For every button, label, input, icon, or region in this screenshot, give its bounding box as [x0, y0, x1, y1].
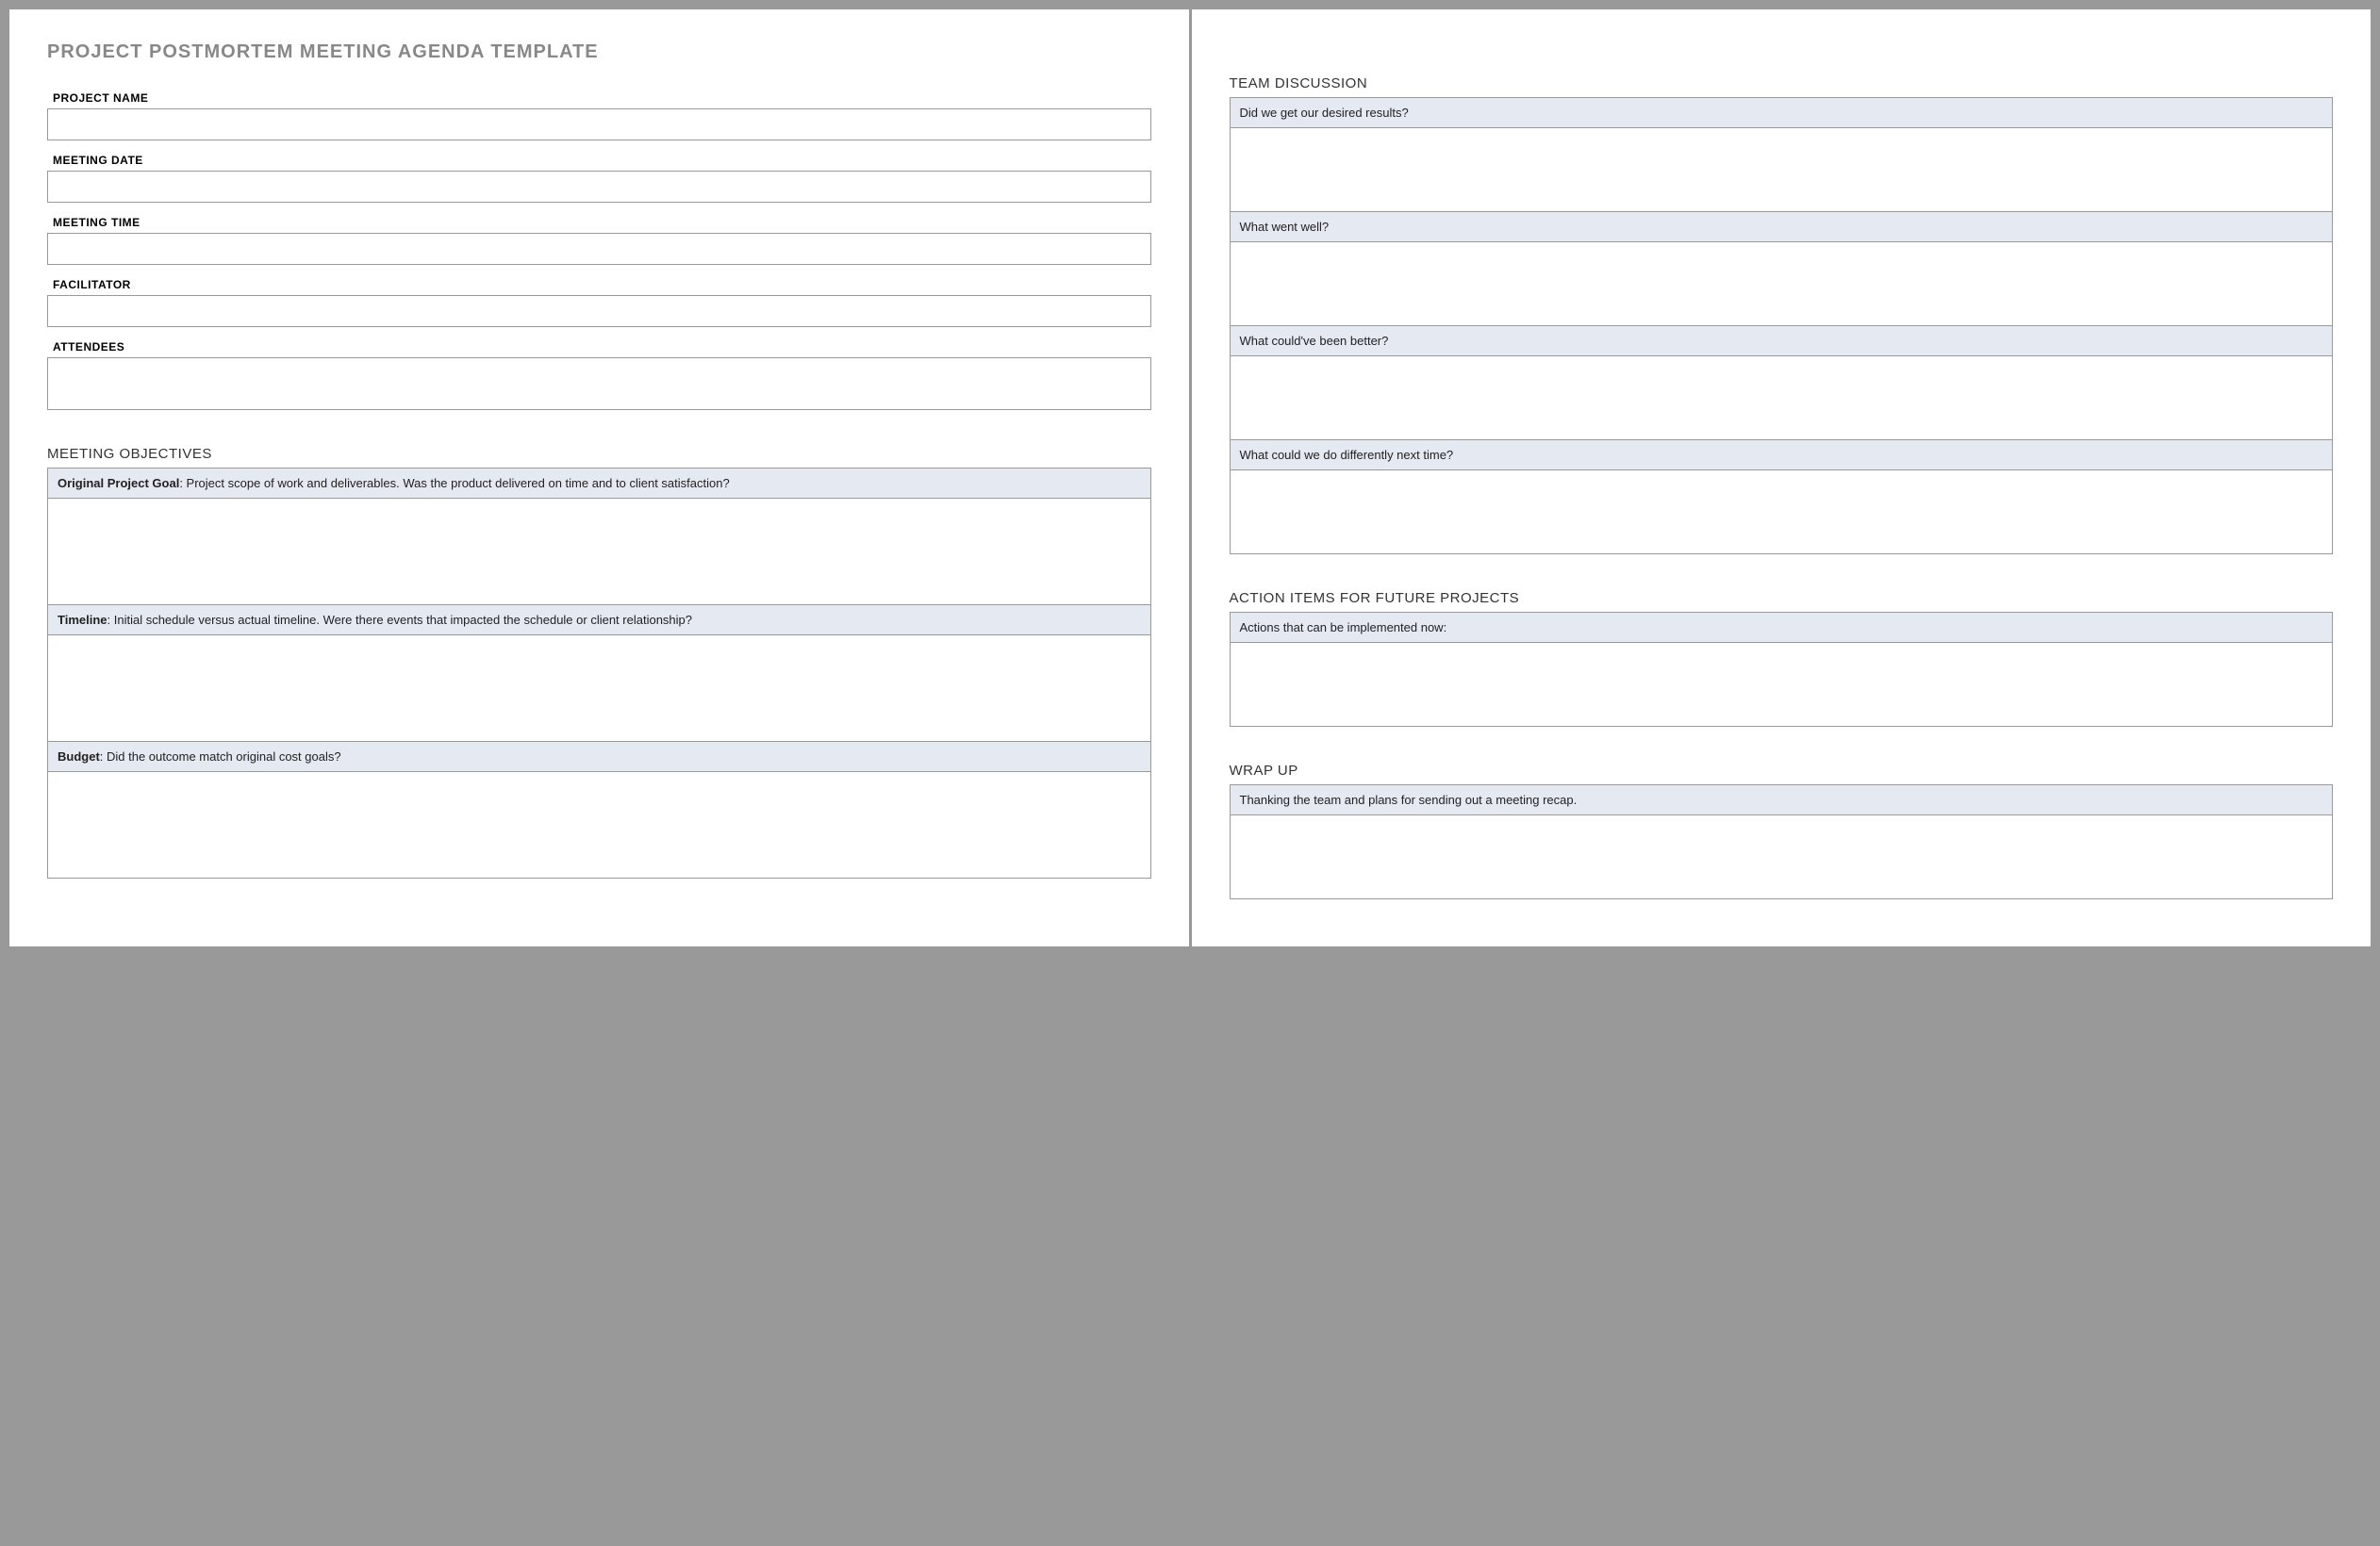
objective-budget-prompt: Budget: Did the outcome match original c… [48, 742, 1150, 772]
discussion-better: What could've been better? [1230, 325, 2334, 440]
action-items-prompt: Actions that can be implemented now: [1231, 613, 2333, 643]
page-left: PROJECT POSTMORTEM MEETING AGENDA TEMPLA… [9, 9, 1192, 946]
label-attendees: ATTENDEES [47, 340, 1151, 354]
action-items: Actions that can be implemented now: [1230, 612, 2334, 727]
discussion-better-prompt: What could've been better? [1231, 326, 2333, 356]
wrapup-block: Thanking the team and plans for sending … [1230, 784, 2334, 899]
page-right: TEAM DISCUSSION Did we get our desired r… [1192, 9, 2372, 946]
discussion-well-body[interactable] [1231, 242, 2333, 325]
objective-goal-text: : Project scope of work and deliverables… [179, 476, 729, 490]
discussion-results-prompt: Did we get our desired results? [1231, 98, 2333, 128]
discussion-well: What went well? [1230, 211, 2334, 326]
wrapup-body[interactable] [1231, 815, 2333, 898]
objective-goal-prompt: Original Project Goal: Project scope of … [48, 469, 1150, 499]
label-meeting-date: MEETING DATE [47, 154, 1151, 167]
objective-timeline: Timeline: Initial schedule versus actual… [47, 604, 1151, 742]
discussion-differently-prompt: What could we do differently next time? [1231, 440, 2333, 470]
discussion-results-body[interactable] [1231, 128, 2333, 211]
heading-discussion: TEAM DISCUSSION [1230, 75, 2334, 91]
objective-goal-body[interactable] [48, 499, 1150, 604]
document-title: PROJECT POSTMORTEM MEETING AGENDA TEMPLA… [47, 41, 1151, 63]
discussion-well-prompt: What went well? [1231, 212, 2333, 242]
heading-wrapup: WRAP UP [1230, 763, 2334, 779]
discussion-better-body[interactable] [1231, 356, 2333, 439]
objective-budget-label: Budget [58, 749, 100, 764]
heading-actions: ACTION ITEMS FOR FUTURE PROJECTS [1230, 590, 2334, 606]
input-project-name[interactable] [47, 108, 1151, 140]
objective-timeline-label: Timeline [58, 613, 107, 627]
wrapup-prompt: Thanking the team and plans for sending … [1231, 785, 2333, 815]
document: PROJECT POSTMORTEM MEETING AGENDA TEMPLA… [9, 9, 2371, 946]
objective-budget: Budget: Did the outcome match original c… [47, 741, 1151, 879]
objective-goal: Original Project Goal: Project scope of … [47, 468, 1151, 605]
objective-timeline-text: : Initial schedule versus actual timelin… [107, 613, 692, 627]
objective-budget-text: : Did the outcome match original cost go… [100, 749, 341, 764]
action-items-body[interactable] [1231, 643, 2333, 726]
discussion-differently-body[interactable] [1231, 470, 2333, 553]
discussion-results: Did we get our desired results? [1230, 97, 2334, 212]
objective-timeline-body[interactable] [48, 635, 1150, 741]
label-meeting-time: MEETING TIME [47, 216, 1151, 229]
discussion-differently: What could we do differently next time? [1230, 439, 2334, 554]
heading-objectives: MEETING OBJECTIVES [47, 446, 1151, 462]
label-project-name: PROJECT NAME [47, 91, 1151, 105]
objective-budget-body[interactable] [48, 772, 1150, 878]
objective-timeline-prompt: Timeline: Initial schedule versus actual… [48, 605, 1150, 635]
label-facilitator: FACILITATOR [47, 278, 1151, 291]
input-attendees[interactable] [47, 357, 1151, 410]
objective-goal-label: Original Project Goal [58, 476, 179, 490]
input-meeting-time[interactable] [47, 233, 1151, 265]
input-meeting-date[interactable] [47, 171, 1151, 203]
input-facilitator[interactable] [47, 295, 1151, 327]
